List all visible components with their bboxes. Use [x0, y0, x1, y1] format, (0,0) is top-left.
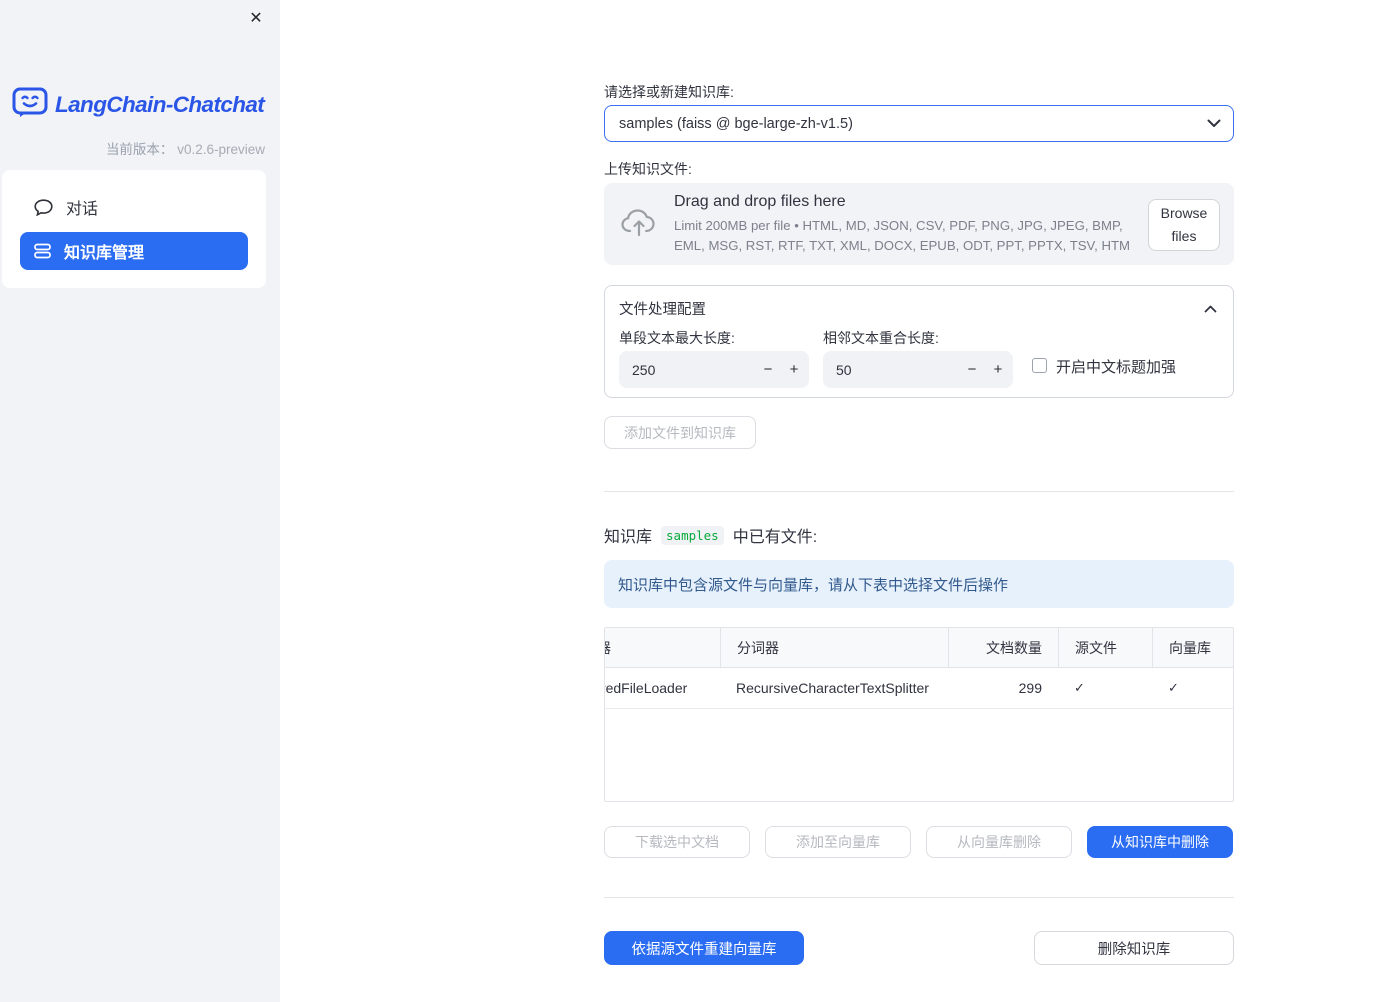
dropzone-title: Drag and drop files here: [674, 192, 846, 210]
add-to-vector-store-button[interactable]: 添加至向量库: [765, 826, 911, 858]
sidebar: ✕ LangChain-Chatchat 当前版本： v0.2.6-previe…: [0, 0, 280, 1002]
column-header-source-file: 源文件: [1058, 628, 1152, 667]
chevron-down-icon: [1207, 116, 1221, 132]
chunk-overlap-input[interactable]: 50 − +: [823, 351, 1013, 388]
cell-vector-store-check-icon: ✓: [1168, 680, 1179, 695]
info-alert: 知识库中包含源文件与向量库，请从下表中选择文件后操作: [604, 560, 1234, 608]
stacked-list-icon: [34, 243, 51, 259]
cell-source-file-check-icon: ✓: [1074, 680, 1085, 695]
nav-menu: 对话 知识库管理: [2, 170, 266, 288]
divider: [604, 491, 1234, 492]
kb-select-dropdown[interactable]: samples (faiss @ bge-large-zh-v1.5): [604, 105, 1234, 142]
speech-bubble-icon: [34, 198, 53, 216]
logo: LangChain-Chatchat: [12, 86, 265, 124]
chat-face-logo-icon: [12, 86, 48, 124]
browse-files-button[interactable]: Browse files: [1148, 199, 1220, 251]
dropzone-limit-text: Limit 200MB per file • HTML, MD, JSON, C…: [674, 217, 1131, 253]
column-header-vector-store: 向量库: [1152, 628, 1233, 667]
plus-stepper-icon[interactable]: +: [781, 351, 807, 388]
minus-stepper-icon[interactable]: −: [959, 351, 985, 388]
upload-label: 上传知识文件:: [604, 161, 692, 177]
delete-kb-button[interactable]: 删除知识库: [1034, 931, 1234, 965]
logo-wordmark: LangChain-Chatchat: [55, 92, 265, 117]
version-label: 当前版本：: [105, 142, 174, 157]
column-header-doc-count: 文档数量: [948, 628, 1058, 667]
minus-stepper-icon[interactable]: −: [755, 351, 781, 388]
column-header-splitter: 分词器: [720, 628, 948, 667]
file-dropzone[interactable]: Drag and drop files here Limit 200MB per…: [604, 183, 1234, 265]
delete-from-kb-button[interactable]: 从知识库中删除: [1087, 826, 1233, 858]
files-table: 文档加载器 分词器 文档数量 源文件 向量库 UnstructuredFileL…: [604, 627, 1234, 802]
zh-title-checkbox[interactable]: [1032, 358, 1047, 373]
delete-from-vector-store-button[interactable]: 从向量库删除: [926, 826, 1072, 858]
chevron-up-icon[interactable]: [1204, 300, 1217, 318]
plus-stepper-icon[interactable]: +: [985, 351, 1011, 388]
add-files-button[interactable]: 添加文件到知识库: [604, 416, 756, 449]
file-config-expander: 文件处理配置 单段文本最大长度: 相邻文本重合长度: 250 − + 50 − …: [604, 285, 1234, 398]
sidebar-item-label: 对话: [66, 201, 99, 218]
download-selected-button[interactable]: 下载选中文档: [604, 826, 750, 858]
zh-title-checkbox-label: 开启中文标题加强: [1056, 359, 1177, 376]
column-header-loader: 文档加载器: [605, 628, 720, 667]
main-content: 请选择或新建知识库: samples (faiss @ bge-large-zh…: [604, 0, 1234, 1002]
rebuild-vector-store-button[interactable]: 依据源文件重建向量库: [604, 931, 804, 965]
kb-files-heading: 知识库 samples 中已有文件:: [604, 523, 1234, 547]
chunk-size-input[interactable]: 250 − +: [619, 351, 809, 388]
chunk-size-label: 单段文本最大长度:: [619, 330, 735, 346]
sidebar-close-icon[interactable]: ✕: [244, 6, 268, 30]
table-row[interactable]: UnstructuredFileLoader RecursiveCharacte…: [605, 668, 1233, 709]
file-action-buttons: 下载选中文档 添加至向量库 从向量库删除 从知识库中删除: [604, 826, 1234, 858]
info-alert-text: 知识库中包含源文件与向量库，请从下表中选择文件后操作: [618, 576, 1009, 594]
kb-files-heading-prefix: 知识库: [604, 529, 653, 546]
sidebar-item-label: 知识库管理: [64, 245, 145, 262]
kb-name-code: samples: [661, 525, 724, 545]
kb-select-label: 请选择或新建知识库:: [604, 84, 734, 100]
files-table-inner: 文档加载器 分词器 文档数量 源文件 向量库 UnstructuredFileL…: [605, 628, 1233, 709]
sidebar-item-chat[interactable]: 对话: [20, 188, 248, 226]
version-info: 当前版本： v0.2.6-preview: [106, 138, 265, 158]
chunk-overlap-value: 50: [836, 361, 852, 378]
dropzone-text: Drag and drop files here Limit 200MB per…: [674, 193, 1146, 256]
chunk-size-value: 250: [632, 361, 656, 378]
expander-title[interactable]: 文件处理配置: [619, 298, 706, 319]
cell-loader: UnstructuredFileLoader: [605, 680, 688, 696]
chunk-overlap-label: 相邻文本重合长度:: [823, 330, 939, 346]
divider: [604, 897, 1234, 898]
version-value: v0.2.6-preview: [177, 142, 265, 157]
sidebar-item-knowledge-base[interactable]: 知识库管理: [20, 232, 248, 270]
app-window: ✕ LangChain-Chatchat 当前版本： v0.2.6-previe…: [0, 0, 1380, 1002]
cell-splitter: RecursiveCharacterTextSplitter: [736, 680, 929, 696]
cloud-upload-icon: [620, 207, 658, 242]
cell-doc-count: 299: [1018, 680, 1042, 696]
kb-files-heading-suffix: 中已有文件:: [732, 529, 818, 546]
kb-select-value: samples (faiss @ bge-large-zh-v1.5): [619, 115, 853, 132]
table-header-row: 文档加载器 分词器 文档数量 源文件 向量库: [605, 628, 1233, 668]
